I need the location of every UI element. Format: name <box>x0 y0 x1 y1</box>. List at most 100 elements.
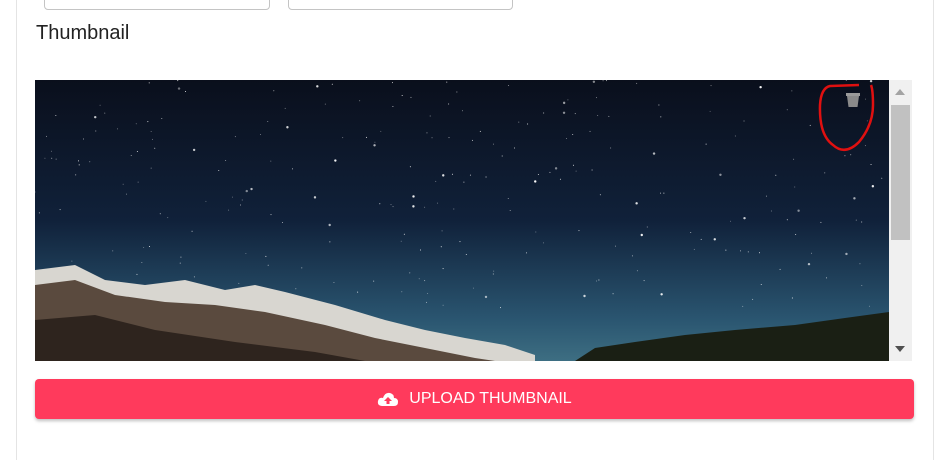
star <box>409 272 411 274</box>
star <box>734 135 736 137</box>
star <box>608 115 610 117</box>
star <box>493 270 495 272</box>
star <box>95 130 97 132</box>
star <box>117 128 119 130</box>
scroll-down-arrow-icon[interactable] <box>895 346 905 352</box>
star <box>250 187 253 191</box>
star <box>612 293 614 295</box>
star <box>826 277 828 279</box>
star <box>424 280 426 282</box>
star <box>543 242 545 244</box>
star <box>870 163 872 165</box>
star <box>508 85 510 87</box>
star <box>730 220 732 222</box>
star <box>180 256 182 258</box>
star <box>636 270 638 272</box>
star <box>574 113 576 115</box>
star <box>205 200 207 202</box>
star <box>135 123 137 125</box>
text-field-1[interactable] <box>44 0 270 10</box>
star <box>241 199 243 201</box>
star <box>441 230 443 232</box>
star <box>794 186 796 188</box>
star <box>136 273 138 275</box>
star <box>861 221 863 223</box>
star <box>479 130 481 132</box>
star <box>442 174 445 177</box>
star <box>184 91 186 93</box>
star <box>562 101 566 105</box>
star <box>868 305 870 307</box>
star <box>38 212 40 214</box>
star <box>770 210 772 212</box>
star <box>71 260 73 262</box>
star <box>295 288 297 290</box>
star <box>485 176 487 178</box>
star <box>690 232 692 234</box>
star <box>429 115 431 117</box>
star <box>148 246 150 248</box>
star <box>391 82 393 84</box>
red-annotation-circle <box>818 83 875 151</box>
star <box>448 103 450 105</box>
star <box>104 112 106 114</box>
upload-thumbnail-button[interactable]: UPLOAD THUMBNAIL <box>35 379 914 419</box>
star <box>392 206 394 208</box>
star <box>427 292 429 294</box>
star <box>640 233 643 237</box>
star <box>725 249 727 251</box>
star <box>610 147 612 149</box>
star <box>412 195 415 198</box>
star <box>518 121 520 123</box>
star <box>245 189 248 193</box>
star <box>535 231 537 233</box>
star <box>267 264 269 266</box>
star <box>596 280 598 282</box>
star <box>507 198 509 200</box>
star <box>435 180 437 182</box>
star <box>273 90 275 92</box>
star <box>465 253 467 255</box>
star <box>575 170 577 172</box>
star <box>602 80 604 82</box>
star <box>527 123 529 125</box>
star <box>179 262 181 264</box>
star <box>167 217 169 219</box>
star <box>559 178 561 180</box>
star <box>709 110 711 112</box>
star <box>589 130 591 132</box>
star <box>392 105 394 107</box>
scroll-up-arrow-icon[interactable] <box>895 89 905 95</box>
text-field-2[interactable] <box>288 0 513 10</box>
star <box>59 209 61 211</box>
vertical-scrollbar[interactable] <box>889 80 912 361</box>
star <box>442 304 444 306</box>
star <box>472 287 474 289</box>
scrollbar-thumb[interactable] <box>891 105 910 240</box>
star <box>700 238 702 240</box>
star <box>228 209 230 211</box>
star <box>75 174 77 176</box>
star <box>150 130 152 132</box>
star <box>469 174 471 176</box>
star <box>605 80 607 82</box>
star <box>484 295 488 299</box>
star <box>442 268 444 270</box>
star <box>572 164 574 166</box>
star <box>652 152 656 155</box>
star <box>635 202 638 205</box>
star <box>313 196 317 199</box>
star <box>270 214 272 216</box>
thumbnail-image <box>35 80 889 361</box>
star <box>591 169 593 171</box>
star <box>78 160 80 162</box>
star <box>401 94 403 96</box>
star <box>301 267 303 269</box>
star <box>193 276 195 278</box>
star <box>260 133 262 135</box>
star <box>566 138 568 140</box>
star <box>136 150 138 152</box>
star <box>51 157 53 159</box>
star <box>525 252 527 254</box>
star <box>55 158 57 160</box>
